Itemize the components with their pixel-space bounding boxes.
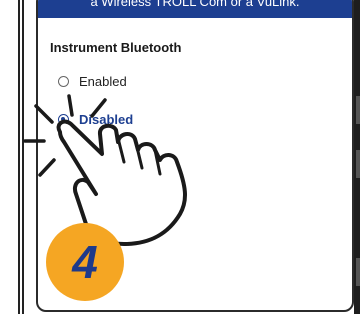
radio-enabled-circle[interactable] [58, 76, 69, 87]
banner-text: a Wireless TROLL Com or a VuLink. [90, 0, 300, 9]
section-title: Instrument Bluetooth [50, 40, 182, 55]
radio-disabled-label: Disabled [79, 112, 134, 127]
radio-disabled-circle[interactable] [58, 114, 69, 125]
side-button-2 [356, 150, 360, 178]
step-number-badge: 4 [46, 223, 124, 301]
radio-option-disabled[interactable]: Disabled [58, 112, 133, 127]
info-banner: a Wireless TROLL Com or a VuLink. [38, 0, 352, 18]
side-button-1 [356, 96, 360, 124]
phone-side-edge [354, 0, 360, 314]
left-divider-2 [22, 0, 24, 314]
side-button-3 [356, 258, 360, 286]
tutorial-screenshot: a Wireless TROLL Com or a VuLink. Instru… [0, 0, 360, 314]
radio-option-enabled[interactable]: Enabled [58, 74, 127, 89]
left-divider-1 [18, 0, 20, 314]
radio-enabled-label: Enabled [79, 74, 127, 89]
